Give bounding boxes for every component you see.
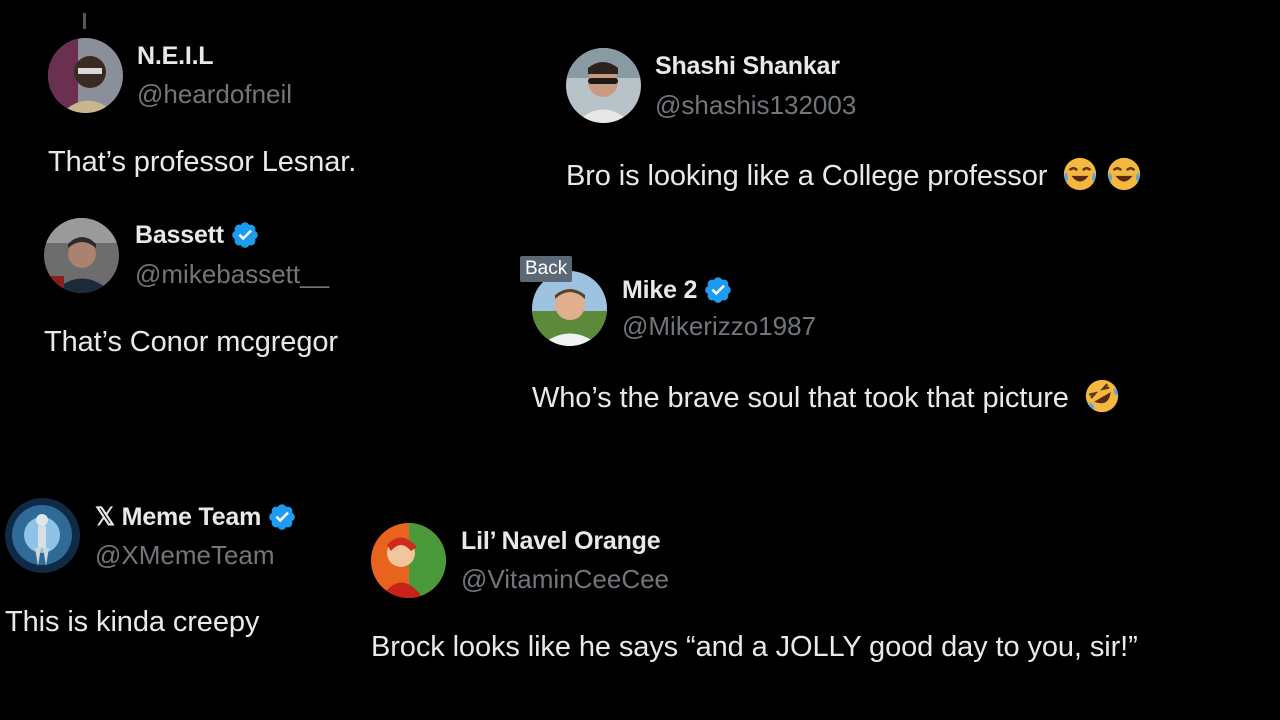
tweet-mike[interactable]: Mike 2 @Mikerizzo1987 Who’s the brave so… <box>520 265 1260 425</box>
tweet-bassett[interactable]: Bassett @mikebassett__ That’s Conor mcgr… <box>0 210 480 370</box>
avatar-xmeme[interactable] <box>5 498 80 573</box>
author-handle[interactable]: @Mikerizzo1987 <box>622 311 816 342</box>
author-name[interactable]: N.E.I.L <box>137 42 214 71</box>
avatar-neil[interactable] <box>48 38 123 113</box>
tweet-shashi[interactable]: Shashi Shankar @shashis132003 Bro is loo… <box>560 40 1260 200</box>
tweet-xmeme[interactable]: 𝕏 Meme Team @XMemeTeam This is kinda cre… <box>0 490 360 650</box>
tweet-neil[interactable]: N.E.I.L @heardofneil That’s professor Le… <box>0 0 480 190</box>
author-name[interactable]: 𝕏 Meme Team <box>95 502 261 532</box>
face-with-tears-of-joy-icon <box>1061 155 1099 193</box>
author-handle[interactable]: @mikebassett__ <box>135 259 329 290</box>
back-tooltip[interactable]: Back <box>520 256 573 282</box>
tweet-text: This is kinda creepy <box>5 606 260 638</box>
author-name[interactable]: Bassett <box>135 221 224 250</box>
author-handle[interactable]: @XMemeTeam <box>95 540 275 571</box>
tweet-text: Bro is looking like a College professor <box>566 155 1143 193</box>
tweet-text: That’s Conor mcgregor <box>44 326 338 358</box>
tweet-text-content: Bro is looking like a College professor <box>566 160 1048 192</box>
avatar-bassett[interactable] <box>44 218 119 293</box>
tweet-text: Who’s the brave soul that took that pict… <box>532 377 1121 415</box>
author-name[interactable]: Lil’ Navel Orange <box>461 527 661 556</box>
tweet-lil[interactable]: Lil’ Navel Orange @VitaminCeeCee Brock l… <box>365 515 1265 685</box>
avatar-lil[interactable] <box>371 523 446 598</box>
author-handle[interactable]: @VitaminCeeCee <box>461 564 669 595</box>
author-handle[interactable]: @shashis132003 <box>655 90 856 121</box>
tweet-text: That’s professor Lesnar. <box>48 146 357 178</box>
tweet-text: Brock looks like he says “and a JOLLY go… <box>371 631 1138 663</box>
author-name[interactable]: Shashi Shankar <box>655 52 840 81</box>
verified-badge-icon <box>267 502 297 532</box>
face-with-tears-of-joy-icon <box>1105 155 1143 193</box>
author-name[interactable]: Mike 2 <box>622 276 697 305</box>
avatar-mike[interactable] <box>532 271 607 346</box>
author-handle[interactable]: @heardofneil <box>137 79 292 110</box>
tweet-text-content: Who’s the brave soul that took that pict… <box>532 382 1069 414</box>
verified-badge-icon <box>703 275 733 305</box>
verified-badge-icon <box>230 220 260 250</box>
rolling-on-the-floor-laughing-icon <box>1083 377 1121 415</box>
avatar-shashi[interactable] <box>566 48 641 123</box>
